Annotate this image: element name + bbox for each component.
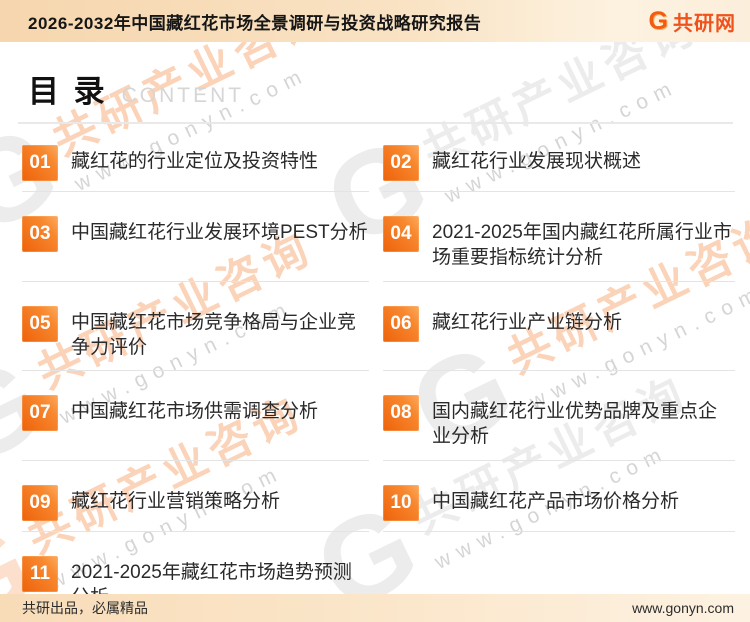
toc-item: 01 藏红花的行业定位及投资特性 [22,145,369,192]
toc-item-label: 中国藏红花市场竞争格局与企业竞争力评价 [71,311,357,358]
toc-item-number: 04 [383,216,419,252]
toc-item: 03 中国藏红花行业发展环境PEST分析 [22,216,369,282]
toc-item-label: 藏红花行业发展现状概述 [432,151,642,172]
toc-item-number: 02 [383,145,419,181]
toc-item-number: 11 [22,555,58,592]
toc-item-label: 藏红花行业产业链分析 [432,311,623,333]
toc-item: 11 2021-2025年藏红花市场趋势预测分析 [22,555,369,594]
toc-item-label: 2021-2025年国内藏红花所属行业市场重要指标统计分析 [432,222,732,269]
toc-item-label: 藏红花的行业定位及投资特性 [71,151,319,172]
report-title: 2026-2032年中国藏红花市场全景调研与投资战略研究报告 [28,13,482,33]
footer-bar: 共研出品，必属精品 www.gonyn.com [0,594,750,622]
toc-item-label: 中国藏红花产品市场价格分析 [432,490,680,512]
logo-g-icon: G [648,6,668,35]
footer-slogan: 共研出品，必属精品 [22,600,148,616]
logo-text: 共研网 [673,12,736,35]
toc-item: 07 中国藏红花市场供需调查分析 [22,395,369,461]
toc-item: 05 中国藏红花市场竞争格局与企业竞争力评价 [22,305,369,372]
toc-item-number: 09 [22,484,58,521]
toc-item-label: 藏红花行业营销策略分析 [71,490,281,512]
toc-item-number: 06 [383,305,419,342]
toc-item-label: 国内藏红花行业优势品牌及重点企业分析 [432,401,718,448]
toc-item-label: 2021-2025年藏红花市场趋势预测分析 [71,561,352,594]
toc-page: G 共研产业咨询 www.gonyn.com G 共研产业咨询 www.gony… [0,42,750,594]
toc-item-number: 07 [22,395,58,432]
page-title: 目 录 [28,74,108,109]
brand-logo: G 共研网 [649,7,736,36]
heading-divider [18,122,733,124]
toc-item: 02 藏红花行业发展现状概述 [383,145,735,192]
toc-item: 04 2021-2025年国内藏红花所属行业市场重要指标统计分析 [383,216,735,282]
toc-item-label: 中国藏红花行业发展环境PEST分析 [71,222,368,243]
toc-heading: 目 录 CONTENT [0,42,750,111]
toc-item: 10 中国藏红花产品市场价格分析 [383,484,735,532]
toc-item: 06 藏红花行业产业链分析 [383,305,735,372]
page-title-en: CONTENT [121,84,245,107]
toc-item: 08 国内藏红花行业优势品牌及重点企业分析 [383,395,735,461]
header-bar: 2026-2032年中国藏红花市场全景调研与投资战略研究报告 G 共研网 [0,0,750,42]
toc-item-number: 01 [22,145,58,181]
toc-list: 01 藏红花的行业定位及投资特性 02 藏红花行业发展现状概述 03 中国藏红花… [22,145,735,594]
toc-item-number: 10 [383,484,419,521]
toc-item-label: 中国藏红花市场供需调查分析 [71,401,319,423]
toc-item-number: 08 [383,395,419,432]
toc-item: 09 藏红花行业营销策略分析 [22,484,369,532]
footer-website: www.gonyn.com [632,600,734,616]
toc-item-number: 03 [22,216,58,252]
toc-item-number: 05 [22,305,58,342]
